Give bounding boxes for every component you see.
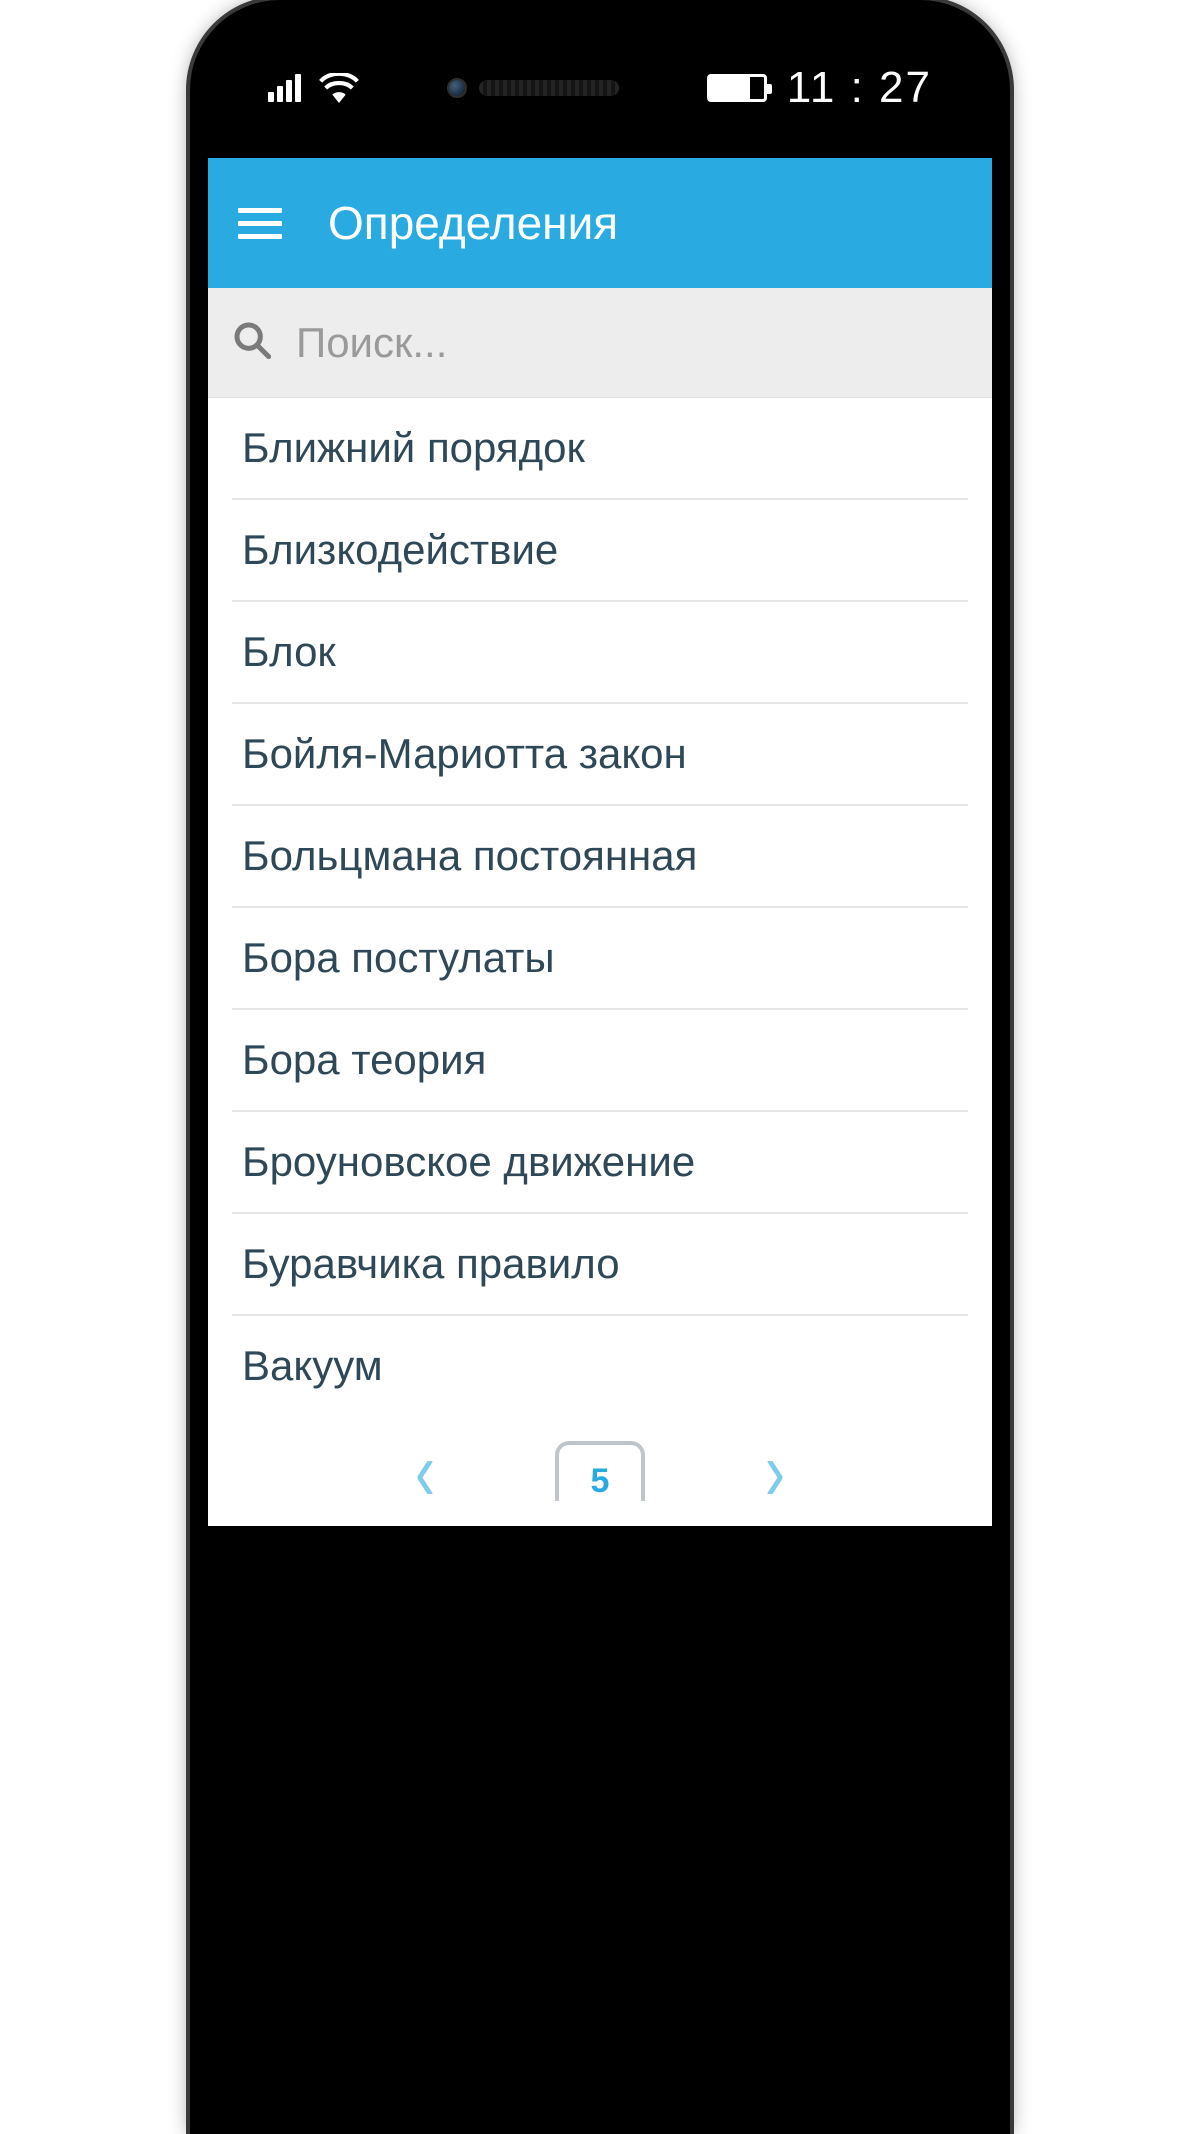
app-header: Определения [208, 158, 992, 288]
list-item[interactable]: Броуновское движение [232, 1112, 968, 1214]
list-item[interactable]: Вакуум [232, 1316, 968, 1416]
list-item[interactable]: Близкодействие [232, 500, 968, 602]
page-title: Определения [328, 196, 618, 250]
list-item[interactable]: Бойля-Мариотта закон [232, 704, 968, 806]
hamburger-menu-icon[interactable] [232, 198, 288, 249]
definitions-list[interactable]: Ближний порядок Близкодействие Блок Бойл… [208, 398, 992, 1416]
phone-frame: 11 : 27 Определения Ближ [190, 0, 1010, 2134]
front-camera-icon [447, 78, 467, 98]
status-left [268, 73, 359, 103]
status-center [447, 78, 619, 98]
list-item[interactable]: Бора постулаты [232, 908, 968, 1010]
clock: 11 : 27 [787, 63, 932, 113]
list-item[interactable]: Больцмана постоянная [232, 806, 968, 908]
app-content: Определения Ближний порядок Близкодейств… [208, 158, 992, 1526]
next-page-icon[interactable]: › [765, 1423, 785, 1520]
prev-page-icon[interactable]: ‹ [415, 1423, 435, 1520]
pagination: ‹ 5 › [208, 1416, 992, 1526]
page-number-input[interactable]: 5 [555, 1441, 645, 1501]
speaker-grille-icon [479, 80, 619, 96]
phone-screen: 11 : 27 Определения Ближ [208, 18, 992, 1526]
battery-icon [707, 74, 767, 102]
search-icon [232, 320, 272, 365]
search-input[interactable] [296, 319, 968, 367]
list-item[interactable]: Ближний порядок [232, 398, 968, 500]
status-right: 11 : 27 [707, 63, 932, 113]
wifi-icon [319, 73, 359, 103]
list-item[interactable]: Бора теория [232, 1010, 968, 1112]
list-item[interactable]: Блок [232, 602, 968, 704]
search-bar[interactable] [208, 288, 992, 398]
list-item[interactable]: Буравчика правило [232, 1214, 968, 1316]
page-number: 5 [591, 1462, 610, 1501]
signal-icon [268, 74, 301, 102]
status-bar: 11 : 27 [208, 18, 992, 158]
